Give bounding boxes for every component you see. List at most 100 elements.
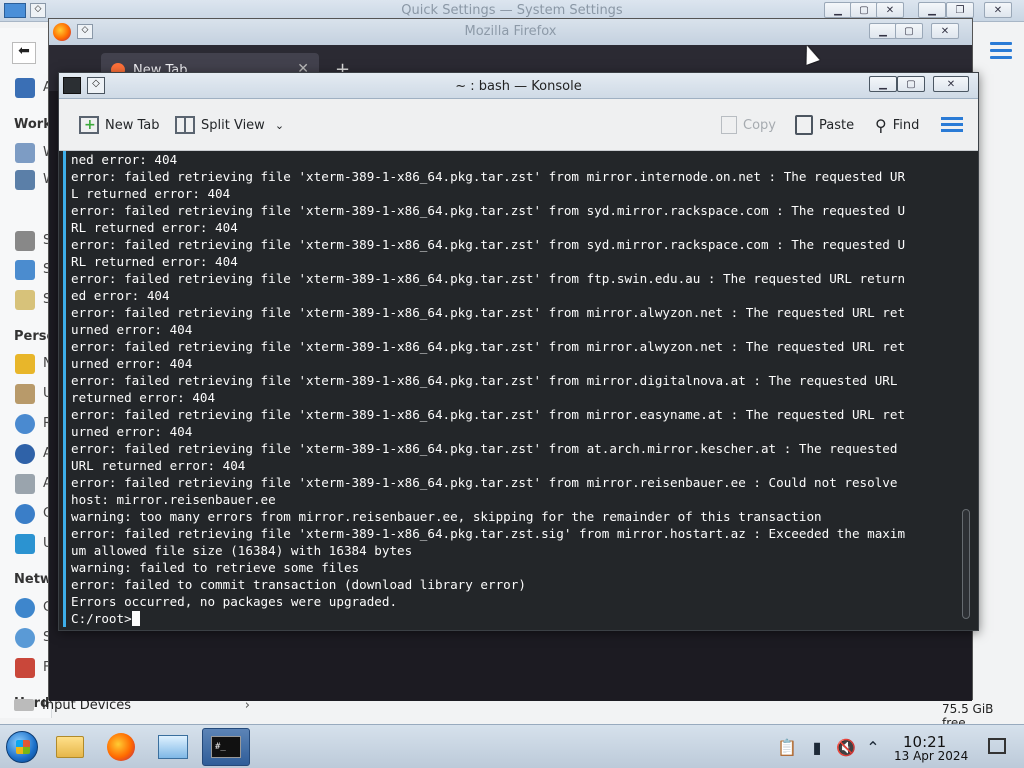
- terminal-line: URL returned error: 404: [71, 458, 246, 473]
- settings-icon[interactable]: [15, 628, 35, 648]
- search-icon[interactable]: [15, 290, 35, 310]
- workspace-behavior-icon[interactable]: [15, 143, 35, 163]
- hamburger-menu-icon[interactable]: [941, 115, 963, 135]
- konsole-toolbar: + New Tab Split View ⌄ Copy Paste ⚲ Find: [59, 99, 978, 151]
- battery-icon[interactable]: ▮: [806, 725, 828, 768]
- close-button-2[interactable]: ✕: [984, 2, 1012, 18]
- terminal-output[interactable]: ned error: 404 error: failed retrieving f…: [63, 151, 975, 627]
- terminal-prompt-line: C:/root>: [71, 610, 961, 627]
- terminal-icon: #_: [211, 736, 241, 758]
- terminal-cursor: [131, 611, 140, 626]
- volume-muted-icon[interactable]: 🔇: [834, 725, 858, 768]
- taskbar-konsole[interactable]: #_: [202, 728, 250, 766]
- terminal-line: Errors occurred, no packages were upgrad…: [71, 594, 398, 609]
- terminal-lines: ned error: 404 error: failed retrieving f…: [71, 151, 961, 627]
- online-accounts-icon[interactable]: [15, 504, 35, 524]
- terminal-line: error: failed retrieving file 'xterm-389…: [71, 407, 906, 422]
- connections-icon[interactable]: [15, 598, 35, 618]
- terminal-line: RL returned error: 404: [71, 254, 238, 269]
- chevron-up-icon[interactable]: ⌃: [862, 725, 884, 768]
- copy-button[interactable]: Copy: [721, 113, 776, 137]
- firewall-icon[interactable]: [15, 658, 35, 678]
- terminal-line: error: failed retrieving file 'xterm-389…: [71, 441, 898, 456]
- close-button[interactable]: ✕: [931, 23, 959, 39]
- find-button[interactable]: ⚲ Find: [875, 113, 919, 137]
- start-button[interactable]: [2, 728, 42, 766]
- system-settings-icon: [158, 735, 188, 759]
- shortcuts-icon[interactable]: [15, 231, 35, 251]
- terminal-line: error: failed retrieving file 'xterm-389…: [71, 305, 906, 320]
- paste-button[interactable]: Paste: [795, 113, 854, 137]
- close-button[interactable]: ✕: [933, 76, 969, 92]
- konsole-window: ◇ ~ : bash — Konsole ▁ ▢ ✕ + New Tab Spl…: [58, 72, 979, 631]
- find-label: Find: [892, 117, 920, 133]
- terminal-line: ned error: 404: [71, 152, 178, 167]
- split-view-button[interactable]: Split View ⌄: [175, 113, 284, 137]
- terminal-line: urned error: 404: [71, 356, 193, 371]
- terminal-line: warning: too many errors from mirror.rei…: [71, 509, 822, 524]
- accessibility-icon[interactable]: [15, 444, 35, 464]
- regional-icon[interactable]: [15, 414, 35, 434]
- maximize-button[interactable]: ▢: [897, 76, 925, 92]
- startup-icon[interactable]: [15, 260, 35, 280]
- clock-date[interactable]: 13 Apr 2024: [894, 749, 968, 763]
- hamburger-menu-icon[interactable]: [987, 38, 1015, 66]
- split-view-icon: [175, 116, 195, 134]
- back-icon[interactable]: ⬅: [12, 42, 36, 64]
- terminal-line: um allowed file size (16384) with 16384 …: [71, 543, 413, 558]
- terminal-line: returned error: 404: [71, 390, 216, 405]
- keyboard-icon: [14, 699, 34, 711]
- terminal-line: RL returned error: 404: [71, 220, 238, 235]
- new-tab-button[interactable]: + New Tab: [79, 113, 160, 137]
- taskbar-file-manager[interactable]: [50, 728, 90, 766]
- firefox-icon: [107, 733, 135, 761]
- maximize-button[interactable]: ▢: [850, 2, 878, 18]
- maximize-button[interactable]: ▢: [895, 23, 923, 39]
- applications-icon[interactable]: [15, 474, 35, 494]
- terminal-line: error: failed retrieving file 'xterm-389…: [71, 526, 906, 541]
- minimize-button[interactable]: ▁: [869, 23, 897, 39]
- show-desktop-icon[interactable]: [988, 738, 1006, 754]
- new-tab-label: New Tab: [105, 117, 160, 133]
- terminal-line: error: failed retrieving file 'xterm-389…: [71, 271, 906, 286]
- window-management-icon[interactable]: [15, 170, 35, 190]
- terminal-line: ed error: 404: [71, 288, 170, 303]
- search-icon: ⚲: [875, 115, 887, 135]
- taskbar-firefox[interactable]: [101, 728, 141, 766]
- sidebar-group-workspace: Works: [14, 117, 51, 132]
- restore-button[interactable]: ❐: [946, 2, 974, 18]
- copy-label: Copy: [743, 117, 776, 133]
- terminal-line: error: failed retrieving file 'xterm-389…: [71, 339, 906, 354]
- clipboard-icon[interactable]: 📋: [774, 725, 800, 768]
- taskbar: #_ 📋 ▮ 🔇 ⌃ 10:21 13 Apr 2024: [0, 724, 1024, 768]
- terminal-prompt: C:/root>: [71, 611, 132, 626]
- firefox-titlebar[interactable]: ◇ Mozilla Firefox ▁ ▢ ✕: [49, 19, 972, 45]
- terminal-line: L returned error: 404: [71, 186, 231, 201]
- konsole-title: ~ : bash — Konsole: [455, 79, 582, 94]
- minimize-button[interactable]: ▁: [869, 76, 897, 92]
- appearance-icon[interactable]: [15, 78, 35, 98]
- terminal-line: error: failed retrieving file 'xterm-389…: [71, 475, 898, 490]
- user-feedback-icon[interactable]: [15, 534, 35, 554]
- paste-label: Paste: [819, 117, 855, 133]
- users-icon[interactable]: [15, 384, 35, 404]
- sidebar-group-personalization: Perso: [14, 329, 52, 344]
- system-settings-sidebar: ⬅ A Works W W S S S Perso N U R A A C U …: [0, 28, 52, 718]
- notifications-icon[interactable]: [15, 354, 35, 374]
- close-button[interactable]: ✕: [876, 2, 904, 18]
- chevron-down-icon[interactable]: ⌄: [275, 119, 284, 132]
- terminal-scrollbar[interactable]: [962, 509, 970, 619]
- terminal-line: error: failed retrieving file 'xterm-389…: [71, 237, 906, 252]
- minimize-button[interactable]: ▁: [824, 2, 852, 18]
- paste-icon: [795, 115, 813, 135]
- taskbar-system-settings[interactable]: [153, 728, 193, 766]
- terminal-line: error: failed retrieving file 'xterm-389…: [71, 203, 906, 218]
- new-tab-icon: +: [79, 116, 99, 134]
- terminal-line: urned error: 404: [71, 424, 193, 439]
- folder-icon: [56, 736, 84, 758]
- konsole-titlebar[interactable]: ◇ ~ : bash — Konsole ▁ ▢ ✕: [59, 73, 978, 99]
- minimize-button-2[interactable]: ▁: [918, 2, 946, 18]
- terminal-line: error: failed retrieving file 'xterm-389…: [71, 169, 906, 184]
- terminal-line: urned error: 404: [71, 322, 193, 337]
- sidebar-group-network: Netw: [14, 572, 52, 587]
